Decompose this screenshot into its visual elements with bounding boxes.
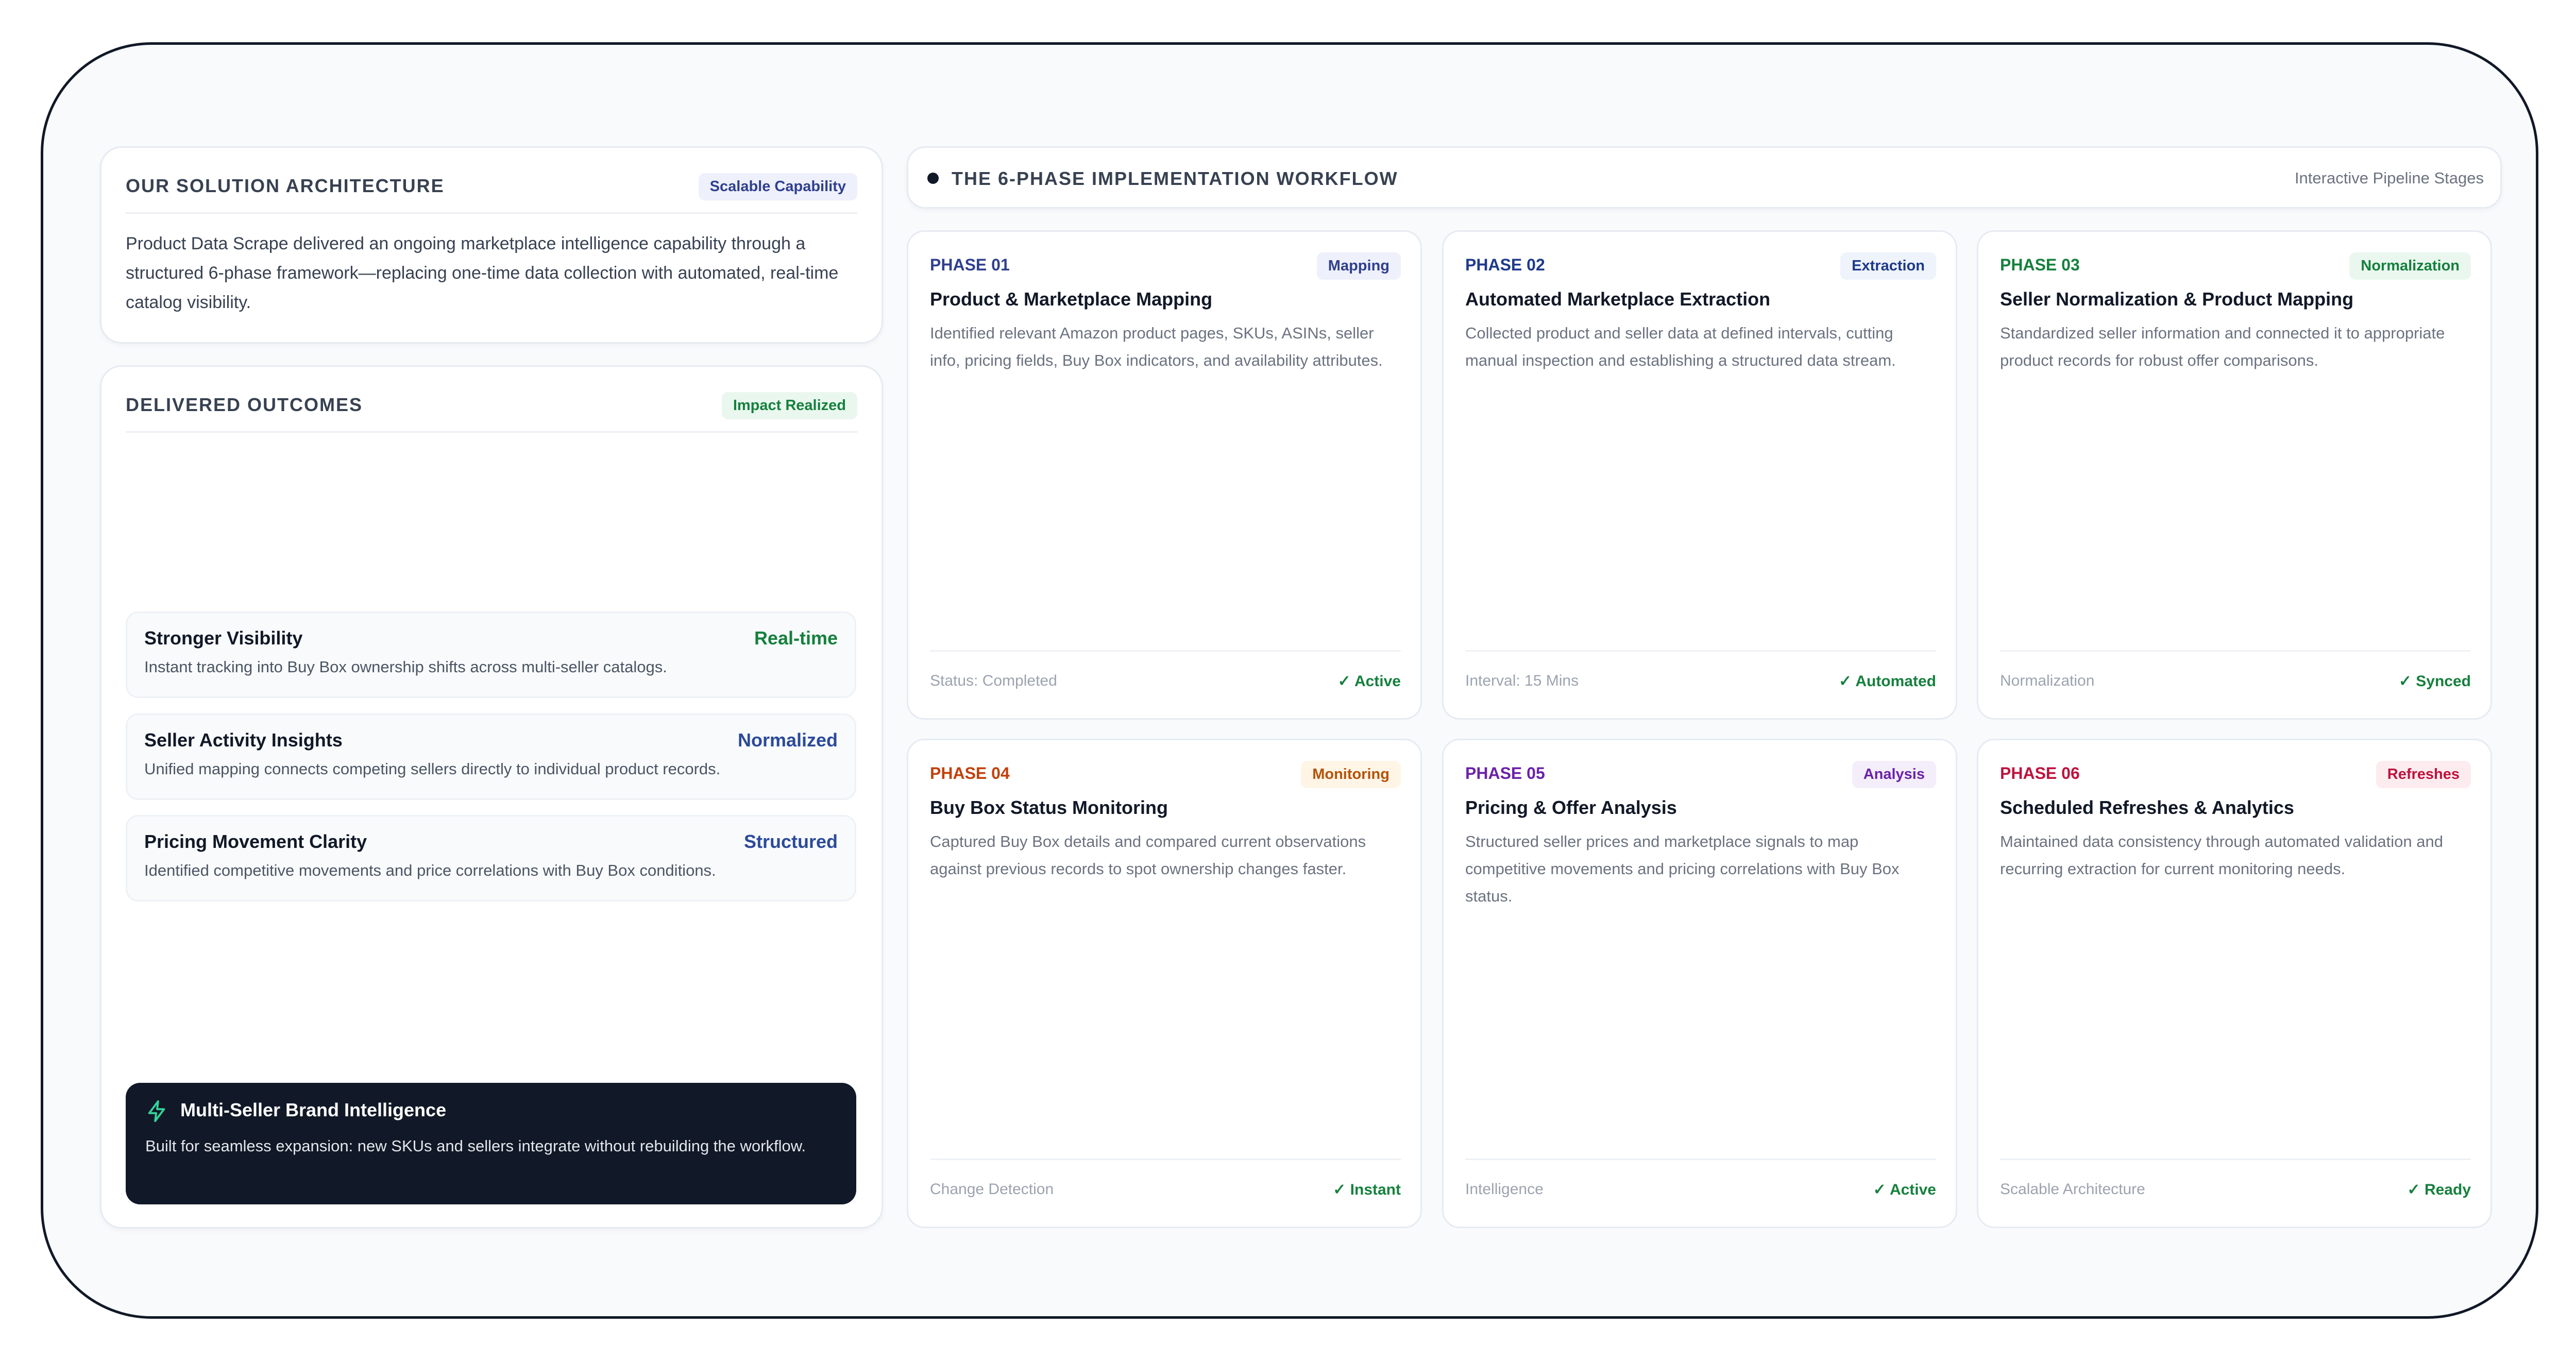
phase-check-status: ✓ Ready: [2407, 1181, 2471, 1198]
phase-label: PHASE 06: [2000, 764, 2080, 782]
outcome-description: Unified mapping connects competing selle…: [144, 760, 721, 778]
phase-label: PHASE 03: [2000, 256, 2080, 274]
outcome-stronger-visibility: Stronger Visibility Real-time Instant tr…: [126, 611, 856, 698]
outcomes-title: DELIVERED OUTCOMES: [126, 394, 363, 415]
presentation-frame: OUR SOLUTION ARCHITECTURE Scalable Capab…: [41, 42, 2538, 1319]
phase-card-05[interactable]: PHASE 05 Analysis Pricing & Offer Analys…: [1442, 739, 1957, 1228]
phase-check-status: ✓ Synced: [2398, 673, 2471, 690]
architecture-divider: [126, 212, 857, 214]
phase-divider: [2000, 1159, 2471, 1160]
phase-label: PHASE 01: [930, 256, 1010, 274]
phase-card-02[interactable]: PHASE 02 Extraction Automated Marketplac…: [1442, 230, 1957, 720]
outcomes-card: DELIVERED OUTCOMES Impact Realized Stron…: [100, 365, 883, 1229]
impact-realized-badge: Impact Realized: [721, 392, 857, 419]
outcome-value: Real-time: [754, 627, 838, 649]
phase-title: Automated Marketplace Extraction: [1465, 288, 1771, 310]
phase-status: Status: Completed: [930, 672, 1057, 689]
workflow-header: THE 6-PHASE IMPLEMENTATION WORKFLOW Inte…: [907, 146, 2502, 209]
phase-badge: Analysis: [1852, 761, 1936, 788]
phase-card-01[interactable]: PHASE 01 Mapping Product & Marketplace M…: [907, 230, 1422, 720]
phase-divider: [930, 1159, 1401, 1160]
phase-check-status: ✓ Active: [1873, 1181, 1936, 1198]
phase-label: PHASE 02: [1465, 256, 1545, 274]
outcome-value: Structured: [743, 831, 838, 852]
phase-status: Scalable Architecture: [2000, 1181, 2145, 1198]
brand-title: Multi-Seller Brand Intelligence: [180, 1099, 447, 1120]
outcome-description: Instant tracking into Buy Box ownership …: [144, 658, 667, 676]
phase-check-status: ✓ Active: [1337, 673, 1401, 690]
phase-badge: Mapping: [1316, 252, 1401, 280]
phase-check-status: ✓ Instant: [1333, 1181, 1401, 1198]
phase-divider: [1465, 650, 1936, 652]
phase-card-03[interactable]: PHASE 03 Normalization Seller Normalizat…: [1977, 230, 2492, 720]
phase-badge: Extraction: [1840, 252, 1936, 280]
phase-card-04[interactable]: PHASE 04 Monitoring Buy Box Status Monit…: [907, 739, 1422, 1228]
outcome-seller-activity: Seller Activity Insights Normalized Unif…: [126, 713, 856, 800]
outcome-title: Seller Activity Insights: [144, 729, 343, 751]
workflow-title: THE 6-PHASE IMPLEMENTATION WORKFLOW: [952, 168, 1398, 189]
outcome-pricing-movement: Pricing Movement Clarity Structured Iden…: [126, 815, 856, 901]
outcome-description: Identified competitive movements and pri…: [144, 861, 716, 879]
phase-status: Intelligence: [1465, 1181, 1544, 1198]
phase-title: Pricing & Offer Analysis: [1465, 797, 1677, 818]
outcome-title: Pricing Movement Clarity: [144, 831, 367, 852]
phase-title: Buy Box Status Monitoring: [930, 797, 1168, 818]
phase-card-06[interactable]: PHASE 06 Refreshes Scheduled Refreshes &…: [1977, 739, 2492, 1228]
bullet-dot-icon: [927, 173, 939, 184]
phase-description: Collected product and seller data at def…: [1465, 324, 1896, 369]
phase-description: Structured seller prices and marketplace…: [1465, 832, 1900, 905]
phase-divider: [1465, 1159, 1936, 1160]
phase-title: Seller Normalization & Product Mapping: [2000, 288, 2354, 310]
workflow-subtitle: Interactive Pipeline Stages: [2294, 169, 2484, 187]
phase-status: Change Detection: [930, 1181, 1054, 1198]
brand-description: Built for seamless expansion: new SKUs a…: [145, 1137, 806, 1155]
outcome-title: Stronger Visibility: [144, 627, 303, 649]
phase-divider: [2000, 650, 2471, 652]
phase-badge: Refreshes: [2376, 761, 2471, 788]
phase-label: PHASE 04: [930, 764, 1010, 782]
architecture-title: OUR SOLUTION ARCHITECTURE: [126, 175, 445, 196]
phase-divider: [930, 650, 1401, 652]
scalable-capability-badge: Scalable Capability: [698, 173, 857, 200]
brand-intelligence-box: Multi-Seller Brand Intelligence Built fo…: [126, 1083, 856, 1204]
phase-title: Scheduled Refreshes & Analytics: [2000, 797, 2294, 818]
outcomes-divider: [126, 431, 857, 433]
outcome-value: Normalized: [737, 729, 838, 751]
lightning-icon: [148, 1100, 165, 1122]
phase-description: Identified relevant Amazon product pages…: [930, 324, 1383, 369]
phase-badge: Monitoring: [1301, 761, 1401, 788]
phase-description: Standardized seller information and conn…: [2000, 324, 2445, 369]
phase-title: Product & Marketplace Mapping: [930, 288, 1213, 310]
phase-badge: Normalization: [2349, 252, 2471, 280]
architecture-card: OUR SOLUTION ARCHITECTURE Scalable Capab…: [100, 146, 883, 344]
phase-status: Interval: 15 Mins: [1465, 672, 1579, 689]
phase-label: PHASE 05: [1465, 764, 1545, 782]
phase-check-status: ✓ Automated: [1838, 673, 1936, 690]
phase-description: Maintained data consistency through auto…: [2000, 832, 2443, 878]
phase-description: Captured Buy Box details and compared cu…: [930, 832, 1366, 878]
architecture-description: Product Data Scrape delivered an ongoing…: [126, 234, 839, 312]
phase-status: Normalization: [2000, 672, 2095, 689]
